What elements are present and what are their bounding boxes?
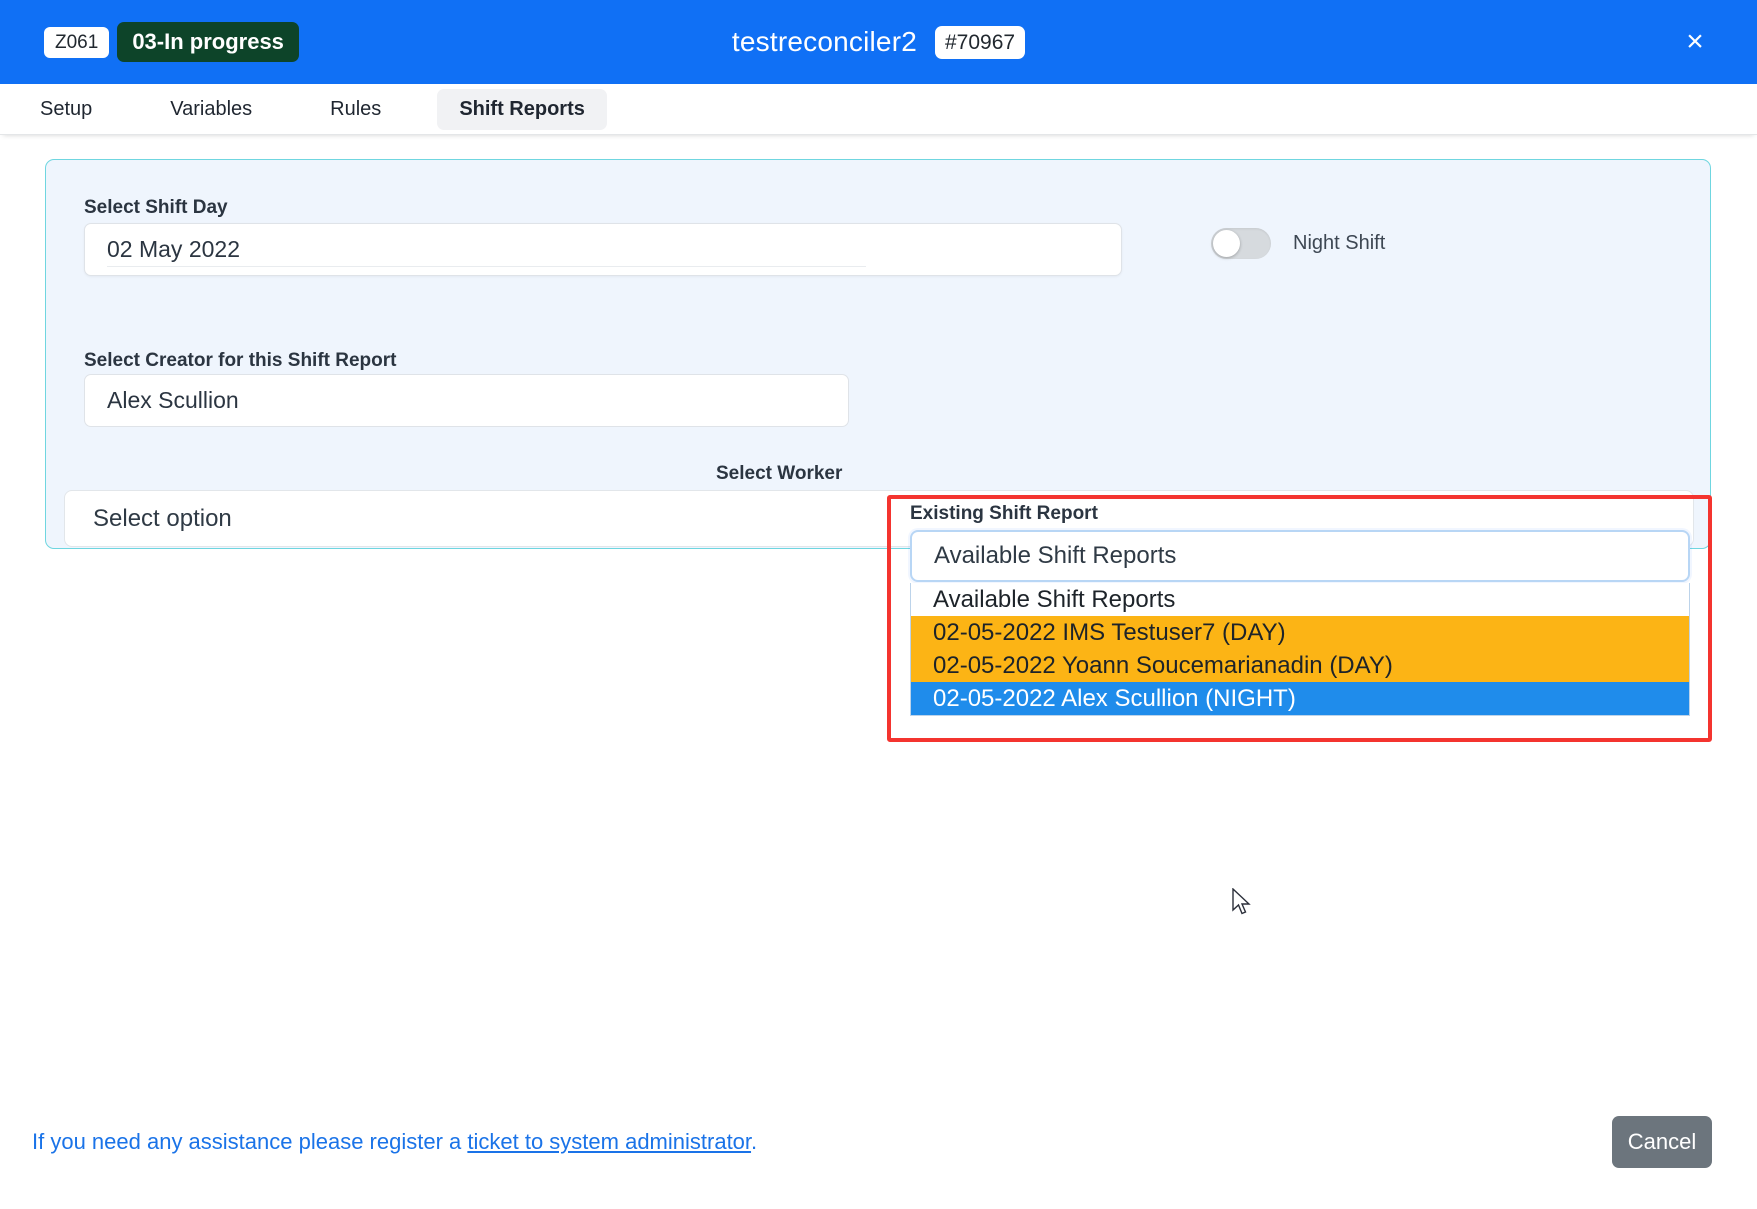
tab-variables[interactable]: Variables (148, 89, 274, 130)
night-shift-toggle-group: Night Shift (1211, 228, 1385, 259)
tab-shift-reports[interactable]: Shift Reports (437, 88, 607, 130)
tab-setup[interactable]: Setup (18, 89, 114, 130)
assistance-text: If you need any assistance please regist… (32, 1129, 757, 1155)
window-title-bar: Z061 03-In progress testreconciler2 #709… (0, 0, 1757, 84)
worker-label: Select Worker (716, 463, 843, 484)
creator-label: Select Creator for this Shift Report (84, 350, 397, 371)
tab-rules[interactable]: Rules (308, 89, 403, 130)
night-shift-toggle[interactable] (1211, 228, 1271, 259)
dropdown-option[interactable]: 02-05-2022 IMS Testuser7 (DAY) (911, 616, 1689, 649)
existing-shift-report-dropdown-list: Available Shift Reports 02-05-2022 IMS T… (910, 583, 1690, 716)
assistance-prefix: If you need any assistance please regist… (32, 1129, 468, 1154)
content-area: Select Shift Day 02 May 2022 Night Shift… (0, 135, 1757, 1208)
dropdown-option[interactable]: 02-05-2022 Yoann Soucemarianadin (DAY) (911, 649, 1689, 682)
toggle-knob (1213, 230, 1240, 257)
existing-shift-report-label: Existing Shift Report (910, 503, 1098, 524)
status-badge: 03-In progress (117, 22, 299, 62)
tab-bar: Setup Variables Rules Shift Reports (0, 84, 1757, 135)
existing-shift-report-group: Existing Shift Report Available Shift Re… (910, 503, 1690, 716)
dropdown-option[interactable]: Available Shift Reports (911, 583, 1689, 616)
cancel-button[interactable]: Cancel (1612, 1116, 1712, 1168)
creator-select[interactable]: Alex Scullion (84, 374, 849, 427)
shift-report-form-panel: Select Shift Day 02 May 2022 Night Shift… (45, 159, 1711, 549)
page-title: testreconciler2 (731, 26, 917, 57)
mouse-cursor-icon (1232, 888, 1251, 915)
system-administrator-link[interactable]: ticket to system administrator (467, 1129, 751, 1154)
shift-day-label: Select Shift Day (84, 197, 228, 218)
shift-day-input[interactable]: 02 May 2022 (84, 223, 1122, 276)
existing-shift-report-select[interactable]: Available Shift Reports (910, 530, 1690, 582)
ticket-number-badge: #70967 (935, 25, 1026, 59)
project-code-badge: Z061 (44, 26, 110, 58)
night-shift-label: Night Shift (1293, 232, 1386, 254)
dropdown-option[interactable]: 02-05-2022 Alex Scullion (NIGHT) (911, 682, 1689, 715)
close-icon[interactable]: × (1678, 25, 1712, 59)
assistance-suffix: . (751, 1129, 758, 1154)
